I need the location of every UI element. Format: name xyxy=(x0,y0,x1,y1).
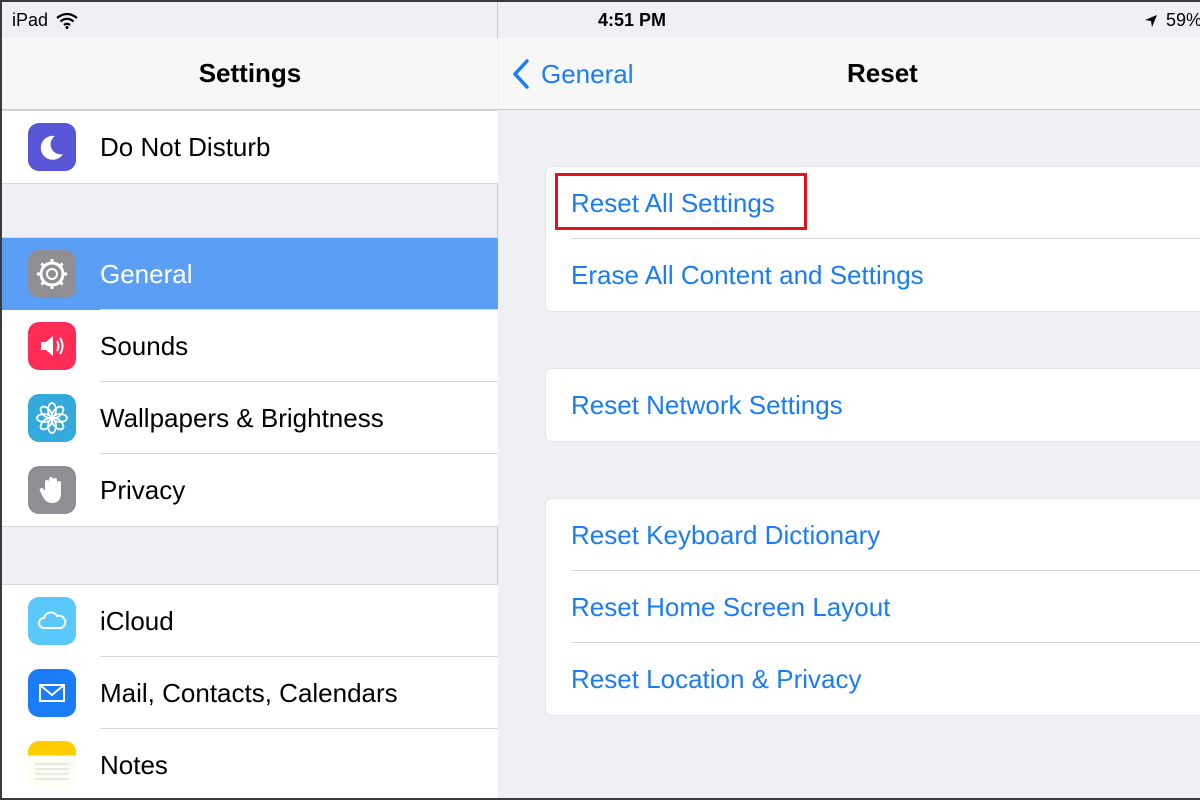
gear-icon xyxy=(28,250,76,298)
sidebar-group-3: iCloud Mail, Contacts, Calendars Notes xyxy=(2,584,498,798)
reset-group-1: Reset All Settings Erase All Content and… xyxy=(545,166,1200,312)
status-time: 4:51 PM xyxy=(598,10,667,30)
moon-icon xyxy=(28,123,76,171)
reset-option-label: Erase All Content and Settings xyxy=(571,259,924,290)
reset-option-label: Reset All Settings xyxy=(571,187,775,218)
sidebar-item-privacy[interactable]: Privacy xyxy=(2,454,498,526)
envelope-icon xyxy=(28,669,76,717)
sidebar-item-label: iCloud xyxy=(100,605,174,636)
reset-home-screen-layout-button[interactable]: Reset Home Screen Layout xyxy=(546,571,1200,643)
chevron-left-icon xyxy=(513,59,529,89)
reset-option-label: Reset Home Screen Layout xyxy=(571,591,891,622)
sidebar-item-label: Mail, Contacts, Calendars xyxy=(100,677,398,708)
reset-option-label: Reset Location & Privacy xyxy=(571,663,862,694)
speaker-icon xyxy=(28,322,76,370)
reset-all-settings-button[interactable]: Reset All Settings xyxy=(546,167,1200,239)
detail-nav-bar: General Reset xyxy=(499,38,1200,110)
reset-location-privacy-button[interactable]: Reset Location & Privacy xyxy=(546,643,1200,715)
wifi-icon xyxy=(56,12,78,29)
erase-all-content-button[interactable]: Erase All Content and Settings xyxy=(546,239,1200,311)
back-button[interactable]: General xyxy=(511,56,634,92)
location-arrow-icon xyxy=(1145,14,1157,27)
sidebar-item-notes[interactable]: Notes xyxy=(2,729,498,798)
sidebar-group-2: General Sounds Wallpapers & Brightness P… xyxy=(2,237,498,527)
notepad-icon xyxy=(28,741,76,789)
battery-percent: 59% xyxy=(1166,10,1200,30)
cloud-icon xyxy=(28,597,76,645)
reset-group-3: Reset Keyboard Dictionary Reset Home Scr… xyxy=(545,498,1200,716)
reset-option-label: Reset Keyboard Dictionary xyxy=(571,519,881,550)
ipad-screen: Settings Do Not Disturb General Sounds W… xyxy=(0,0,1200,800)
sidebar-item-do-not-disturb[interactable]: Do Not Disturb xyxy=(2,111,498,183)
back-button-label: General xyxy=(541,58,634,89)
hand-icon xyxy=(28,466,76,514)
sidebar-title: Settings xyxy=(2,38,498,110)
sidebar-item-label: Sounds xyxy=(100,330,189,361)
flower-icon xyxy=(28,394,76,442)
reset-network-settings-button[interactable]: Reset Network Settings xyxy=(546,369,1200,441)
sidebar-item-mail-contacts-calendars[interactable]: Mail, Contacts, Calendars xyxy=(2,657,498,729)
sidebar-item-general[interactable]: General xyxy=(2,238,498,310)
status-right: 59% xyxy=(1144,10,1200,31)
reset-option-label: Reset Network Settings xyxy=(571,389,843,420)
sidebar-item-sounds[interactable]: Sounds xyxy=(2,310,498,382)
sidebar-item-label: Wallpapers & Brightness xyxy=(100,402,384,433)
page-title: Reset xyxy=(847,58,918,88)
reset-keyboard-dictionary-button[interactable]: Reset Keyboard Dictionary xyxy=(546,499,1200,571)
reset-group-2: Reset Network Settings xyxy=(545,368,1200,442)
settings-sidebar: Settings Do Not Disturb General Sounds W… xyxy=(2,2,498,798)
sidebar-item-label: Notes xyxy=(100,749,168,780)
sidebar-item-wallpapers-brightness[interactable]: Wallpapers & Brightness xyxy=(2,382,498,454)
sidebar-item-label: Privacy xyxy=(100,474,186,505)
sidebar-item-label: Do Not Disturb xyxy=(100,131,271,162)
sidebar-item-icloud[interactable]: iCloud xyxy=(2,585,498,657)
status-left: iPad xyxy=(12,10,78,31)
device-name: iPad xyxy=(12,10,49,30)
status-bar: iPad 4:51 PM 59% xyxy=(2,2,1200,38)
sidebar-item-label: General xyxy=(100,258,193,289)
sidebar-group-1: Do Not Disturb xyxy=(2,110,498,184)
